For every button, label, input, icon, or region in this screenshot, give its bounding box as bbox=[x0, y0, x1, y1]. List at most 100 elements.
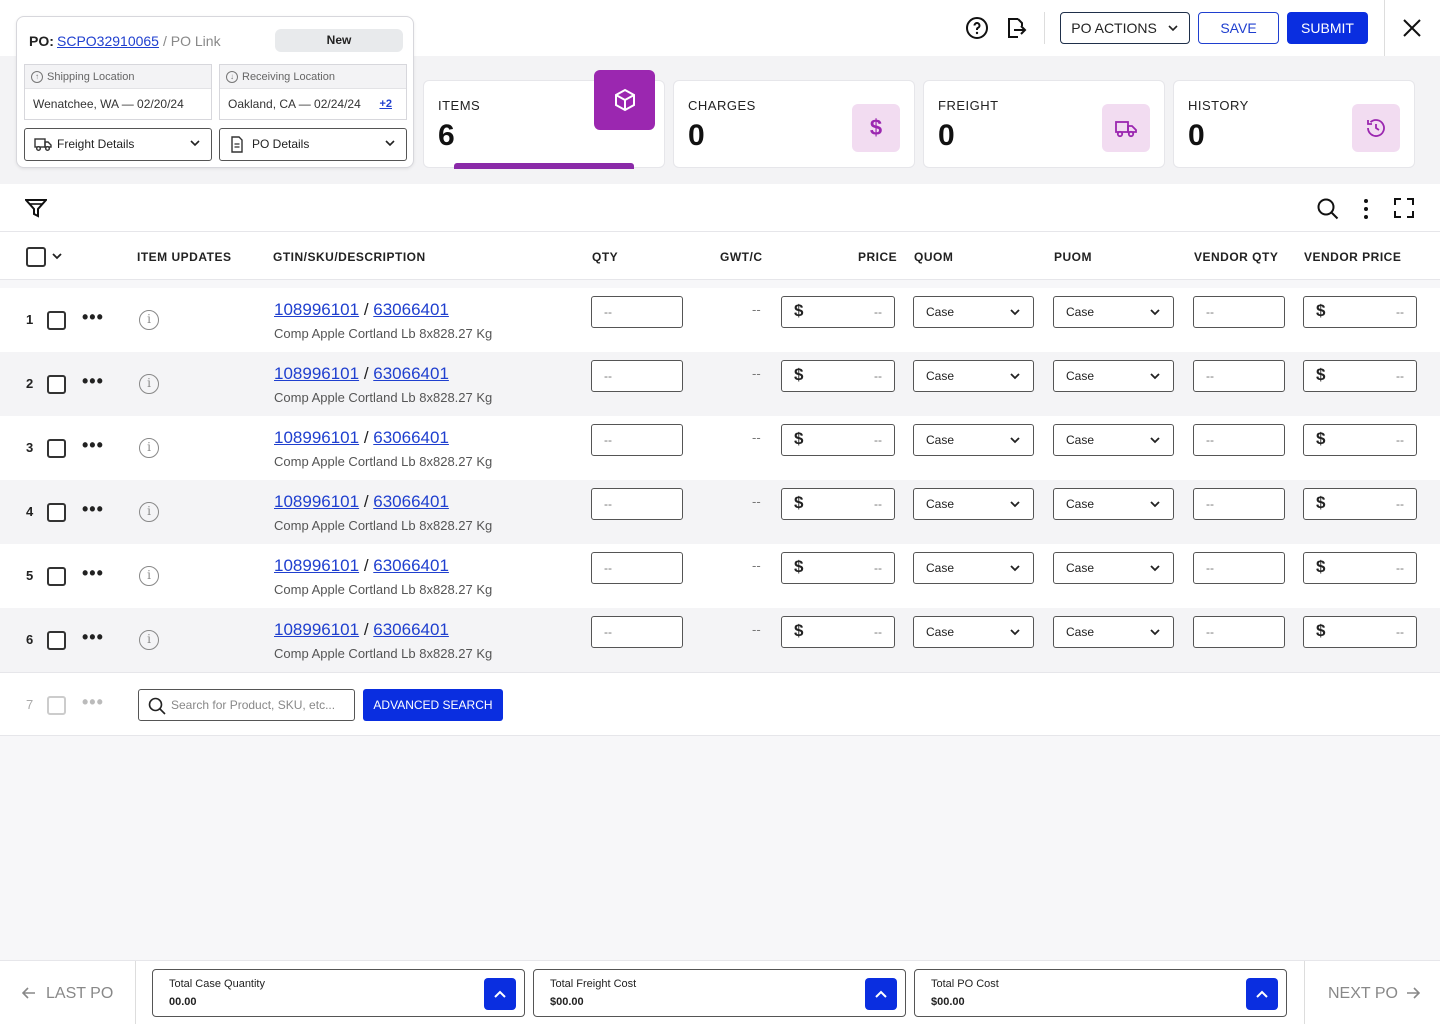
po-link[interactable]: / PO Link bbox=[163, 33, 221, 49]
export-icon[interactable] bbox=[1004, 16, 1028, 40]
puom-select[interactable]: Case bbox=[1053, 360, 1174, 392]
search-icon[interactable] bbox=[1316, 197, 1340, 221]
sku-link[interactable]: 63066401 bbox=[373, 492, 449, 511]
stat-card-freight[interactable]: FREIGHT 0 bbox=[923, 80, 1165, 168]
stat-card-history[interactable]: HISTORY 0 bbox=[1173, 80, 1415, 168]
price-input[interactable]: $ -- bbox=[781, 616, 895, 648]
freight-details-dropdown[interactable]: Freight Details bbox=[24, 128, 212, 161]
info-icon[interactable]: i bbox=[139, 502, 159, 522]
vendor-price-input[interactable]: $ -- bbox=[1303, 424, 1417, 456]
quom-select[interactable]: Case bbox=[913, 360, 1034, 392]
puom-select[interactable]: Case bbox=[1053, 552, 1174, 584]
po-details-dropdown[interactable]: PO Details bbox=[219, 128, 407, 161]
row-checkbox[interactable] bbox=[47, 375, 66, 394]
qty-input[interactable]: -- bbox=[591, 552, 683, 584]
price-value: -- bbox=[874, 433, 882, 447]
more-vertical-icon[interactable] bbox=[1362, 198, 1370, 220]
quom-select[interactable]: Case bbox=[913, 424, 1034, 456]
price-input[interactable]: $ -- bbox=[781, 296, 895, 328]
row-checkbox[interactable] bbox=[47, 503, 66, 522]
vendor-price-input[interactable]: $ -- bbox=[1303, 360, 1417, 392]
po-actions-button[interactable]: PO ACTIONS bbox=[1060, 12, 1190, 44]
next-po-button[interactable]: NEXT PO bbox=[1320, 961, 1430, 1024]
submit-button[interactable]: SUBMIT bbox=[1287, 12, 1368, 44]
vendor-price-input[interactable]: $ -- bbox=[1303, 552, 1417, 584]
price-input[interactable]: $ -- bbox=[781, 424, 895, 456]
last-po-button[interactable]: LAST PO bbox=[20, 961, 135, 1024]
save-button[interactable]: SAVE bbox=[1198, 12, 1279, 44]
more-horizontal-icon[interactable]: ••• bbox=[82, 372, 104, 390]
gtin-link[interactable]: 108996101 bbox=[274, 556, 359, 575]
dollar-icon: $ bbox=[794, 493, 804, 512]
table-row: 5 ••• i 108996101 / 63066401 Comp Apple … bbox=[0, 544, 1440, 608]
quom-select[interactable]: Case bbox=[913, 296, 1034, 328]
help-icon[interactable] bbox=[965, 16, 989, 40]
po-number-link[interactable]: SCPO32910065 bbox=[57, 33, 159, 49]
gtin-link[interactable]: 108996101 bbox=[274, 620, 359, 639]
info-icon[interactable]: i bbox=[139, 438, 159, 458]
freight-details-label: Freight Details bbox=[57, 137, 135, 151]
vendor-qty-input[interactable]: -- bbox=[1193, 296, 1285, 328]
sku-link[interactable]: 63066401 bbox=[373, 364, 449, 383]
quom-select[interactable]: Case bbox=[913, 552, 1034, 584]
price-input[interactable]: $ -- bbox=[781, 360, 895, 392]
qty-input[interactable]: -- bbox=[591, 296, 683, 328]
puom-select[interactable]: Case bbox=[1053, 616, 1174, 648]
gtin-link[interactable]: 108996101 bbox=[274, 364, 359, 383]
vendor-price-input[interactable]: $ -- bbox=[1303, 296, 1417, 328]
puom-select[interactable]: Case bbox=[1053, 424, 1174, 456]
sku-link[interactable]: 63066401 bbox=[373, 620, 449, 639]
cube-icon bbox=[594, 70, 655, 130]
expand-up-button[interactable] bbox=[1246, 978, 1278, 1010]
select-all-checkbox[interactable] bbox=[26, 247, 46, 267]
more-horizontal-icon[interactable]: ••• bbox=[82, 436, 104, 454]
sku-link[interactable]: 63066401 bbox=[373, 556, 449, 575]
vendor-qty-input[interactable]: -- bbox=[1193, 424, 1285, 456]
puom-select[interactable]: Case bbox=[1053, 488, 1174, 520]
qty-input[interactable]: -- bbox=[591, 616, 683, 648]
chevron-down-icon[interactable] bbox=[51, 251, 63, 261]
info-icon[interactable]: i bbox=[139, 310, 159, 330]
vendor-qty-input[interactable]: -- bbox=[1193, 488, 1285, 520]
sku-link[interactable]: 63066401 bbox=[373, 428, 449, 447]
row-checkbox[interactable] bbox=[47, 439, 66, 458]
vendor-qty-input[interactable]: -- bbox=[1193, 552, 1285, 584]
expand-up-button[interactable] bbox=[865, 978, 897, 1010]
filter-icon[interactable] bbox=[25, 198, 47, 218]
vendor-qty-input[interactable]: -- bbox=[1193, 616, 1285, 648]
more-locations-link[interactable]: +2 bbox=[379, 89, 392, 119]
more-horizontal-icon[interactable]: ••• bbox=[82, 500, 104, 518]
quom-select[interactable]: Case bbox=[913, 616, 1034, 648]
puom-select[interactable]: Case bbox=[1053, 296, 1174, 328]
price-input[interactable]: $ -- bbox=[781, 488, 895, 520]
quom-select[interactable]: Case bbox=[913, 488, 1034, 520]
row-checkbox[interactable] bbox=[47, 567, 66, 586]
product-search-input[interactable]: Search for Product, SKU, etc... bbox=[138, 689, 355, 721]
row-checkbox[interactable] bbox=[47, 631, 66, 650]
gtin-link[interactable]: 108996101 bbox=[274, 300, 359, 319]
close-icon[interactable] bbox=[1401, 17, 1423, 39]
fullscreen-icon[interactable] bbox=[1394, 198, 1414, 218]
qty-input[interactable]: -- bbox=[591, 360, 683, 392]
vendor-price-input[interactable]: $ -- bbox=[1303, 616, 1417, 648]
qty-input[interactable]: -- bbox=[591, 488, 683, 520]
vendor-price-input[interactable]: $ -- bbox=[1303, 488, 1417, 520]
more-horizontal-icon[interactable]: ••• bbox=[82, 628, 104, 646]
row-checkbox[interactable] bbox=[47, 311, 66, 330]
advanced-search-button[interactable]: ADVANCED SEARCH bbox=[363, 689, 503, 721]
price-input[interactable]: $ -- bbox=[781, 552, 895, 584]
info-icon[interactable]: i bbox=[139, 374, 159, 394]
expand-up-button[interactable] bbox=[484, 978, 516, 1010]
gtin-link[interactable]: 108996101 bbox=[274, 492, 359, 511]
vendor-qty-input[interactable]: -- bbox=[1193, 360, 1285, 392]
more-horizontal-icon[interactable]: ••• bbox=[82, 564, 104, 582]
info-icon[interactable]: i bbox=[139, 566, 159, 586]
stat-value: 0 bbox=[1188, 119, 1205, 152]
more-horizontal-icon[interactable]: ••• bbox=[82, 308, 104, 326]
po-actions-label: PO ACTIONS bbox=[1071, 20, 1157, 36]
qty-input[interactable]: -- bbox=[591, 424, 683, 456]
stat-card-charges[interactable]: CHARGES 0 $ bbox=[673, 80, 915, 168]
gtin-link[interactable]: 108996101 bbox=[274, 428, 359, 447]
info-icon[interactable]: i bbox=[139, 630, 159, 650]
sku-link[interactable]: 63066401 bbox=[373, 300, 449, 319]
